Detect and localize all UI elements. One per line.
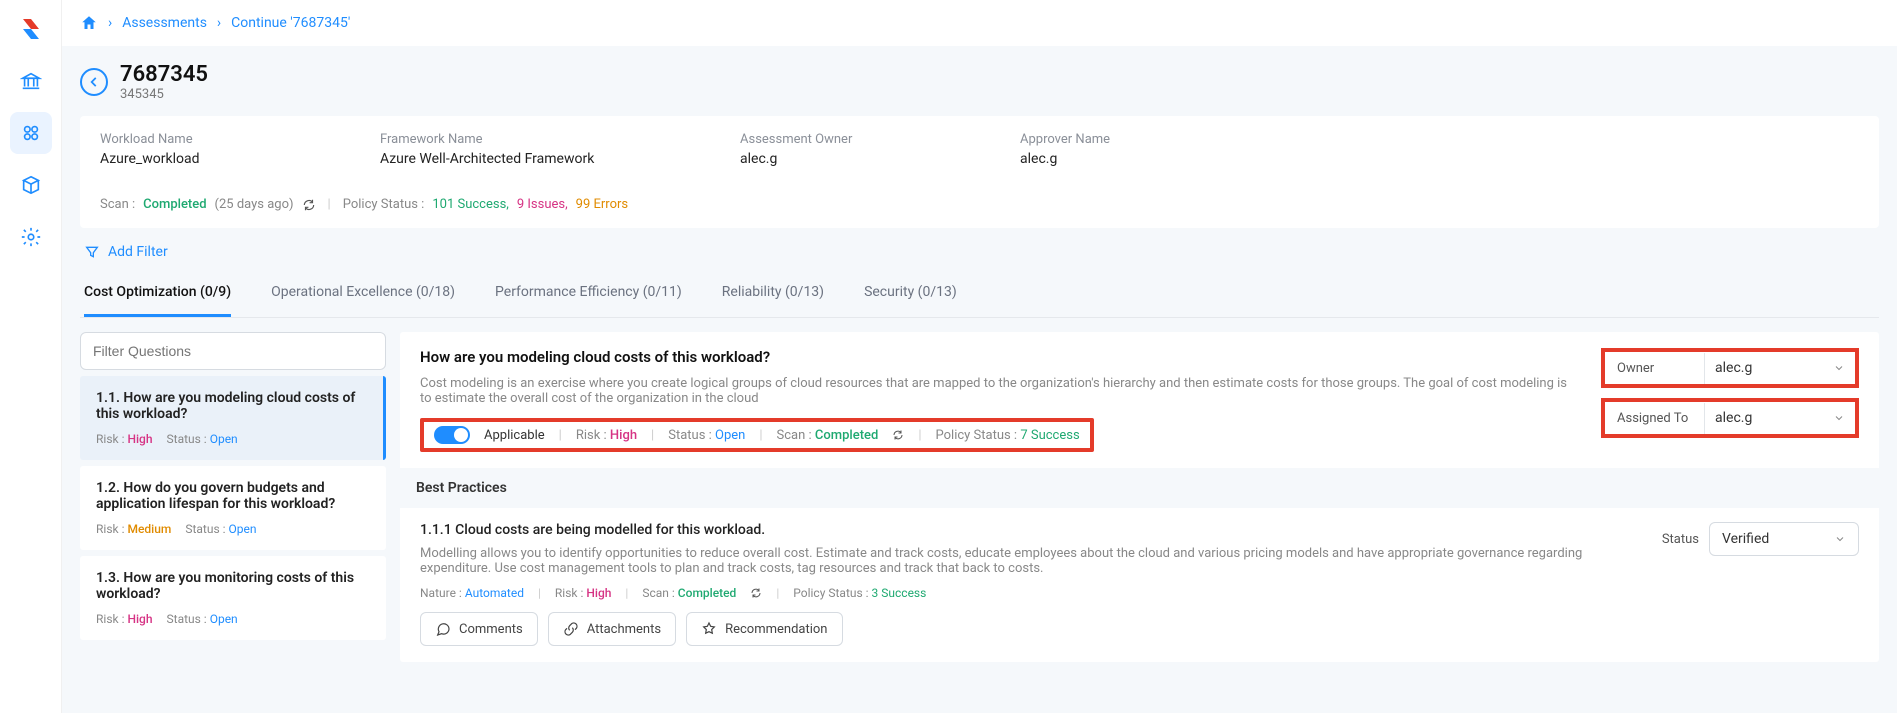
- nav-governance[interactable]: [10, 60, 52, 102]
- assigned-select-highlight: Assigned To alec.g: [1601, 398, 1859, 438]
- question-title: 1.2. How do you govern budgets and appli…: [96, 480, 370, 512]
- policy-status-label: Policy Status :: [343, 197, 425, 212]
- breadcrumb: › Assessments › Continue '7687345': [62, 0, 1897, 46]
- refresh-icon[interactable]: [750, 587, 762, 599]
- main-content: › Assessments › Continue '7687345' 76873…: [62, 0, 1897, 713]
- bp-desc: Modelling allows you to identify opportu…: [420, 546, 1642, 576]
- nav-assessments[interactable]: [10, 112, 52, 154]
- approver-label: Approver Name: [1020, 132, 1240, 147]
- star-icon: [701, 621, 717, 637]
- chevron-down-icon: [1833, 362, 1845, 374]
- policy-errors: 99 Errors: [576, 197, 628, 212]
- tab-performance-efficiency[interactable]: Performance Efficiency (0/11): [495, 270, 682, 317]
- owner-select[interactable]: alec.g: [1705, 352, 1855, 384]
- framework-name-label: Framework Name: [380, 132, 680, 147]
- bp-status-select[interactable]: Verified: [1709, 522, 1859, 556]
- chevron-down-icon: [1834, 533, 1846, 545]
- detail-panel: How are you modeling cloud costs of this…: [400, 332, 1879, 662]
- chevron-right-icon: ›: [217, 15, 221, 31]
- back-button[interactable]: [80, 68, 108, 96]
- applicable-toggle[interactable]: [434, 426, 470, 444]
- bp-status-label: Status: [1662, 532, 1699, 547]
- app-logo: [16, 14, 46, 44]
- comment-icon: [435, 621, 451, 637]
- question-card[interactable]: 1.3. How are you monitoring costs of thi…: [80, 556, 386, 640]
- scan-label: Scan :: [100, 197, 135, 212]
- owner-value: alec.g: [740, 151, 960, 167]
- comments-button[interactable]: Comments: [420, 612, 538, 646]
- refresh-icon[interactable]: [892, 429, 904, 441]
- breadcrumb-current[interactable]: Continue '7687345': [231, 15, 350, 31]
- applicable-label: Applicable: [484, 428, 545, 443]
- policy-issues: 9 Issues,: [517, 197, 568, 212]
- tab-security[interactable]: Security (0/13): [864, 270, 957, 317]
- owner-select-highlight: Owner alec.g: [1601, 348, 1859, 388]
- tab-cost-optimization[interactable]: Cost Optimization (0/9): [84, 270, 231, 317]
- question-card[interactable]: 1.2. How do you govern budgets and appli…: [80, 466, 386, 550]
- home-icon[interactable]: [80, 14, 98, 32]
- nav-settings[interactable]: [10, 216, 52, 258]
- policy-success: 101 Success,: [432, 197, 509, 212]
- page-subtitle: 345345: [120, 87, 208, 102]
- tab-reliability[interactable]: Reliability (0/13): [722, 270, 824, 317]
- add-filter-button[interactable]: Add Filter: [84, 244, 1875, 260]
- attachments-button[interactable]: Attachments: [548, 612, 676, 646]
- detail-meta-highlight: Applicable | Risk : High | Status : Open…: [420, 418, 1094, 452]
- assigned-select[interactable]: alec.g: [1705, 402, 1855, 434]
- tab-operational-excellence[interactable]: Operational Excellence (0/18): [271, 270, 455, 317]
- nav-workloads[interactable]: [10, 164, 52, 206]
- question-card[interactable]: 1.1. How are you modeling cloud costs of…: [80, 376, 386, 460]
- breadcrumb-assessments[interactable]: Assessments: [122, 15, 207, 31]
- question-title: 1.3. How are you monitoring costs of thi…: [96, 570, 370, 602]
- question-title: 1.1. How are you modeling cloud costs of…: [96, 390, 367, 422]
- page-title: 7687345: [120, 62, 208, 87]
- workload-name-label: Workload Name: [100, 132, 320, 147]
- detail-question-desc: Cost modeling is an exercise where you c…: [420, 376, 1581, 406]
- sidebar: [0, 0, 62, 713]
- recommendation-button[interactable]: Recommendation: [686, 612, 842, 646]
- filter-questions-input[interactable]: [80, 332, 386, 370]
- chevron-down-icon: [1833, 412, 1845, 424]
- refresh-icon[interactable]: [302, 198, 316, 212]
- scan-status: Completed: [143, 197, 206, 212]
- link-icon: [563, 621, 579, 637]
- detail-question-title: How are you modeling cloud costs of this…: [420, 348, 1581, 366]
- scan-age: (25 days ago): [215, 197, 294, 212]
- best-practices-header: Best Practices: [400, 468, 1879, 508]
- tabs: Cost Optimization (0/9) Operational Exce…: [80, 270, 1879, 318]
- info-card: Workload Name Azure_workload Framework N…: [80, 116, 1879, 228]
- question-list: 1.1. How are you modeling cloud costs of…: [80, 332, 386, 662]
- bp-title: 1.1.1 Cloud costs are being modelled for…: [420, 522, 1642, 538]
- chevron-right-icon: ›: [108, 15, 112, 31]
- owner-select-label: Owner: [1605, 353, 1705, 384]
- owner-label: Assessment Owner: [740, 132, 960, 147]
- assigned-select-label: Assigned To: [1605, 403, 1705, 434]
- workload-name-value: Azure_workload: [100, 151, 320, 167]
- approver-value: alec.g: [1020, 151, 1240, 167]
- framework-name-value: Azure Well-Architected Framework: [380, 151, 680, 167]
